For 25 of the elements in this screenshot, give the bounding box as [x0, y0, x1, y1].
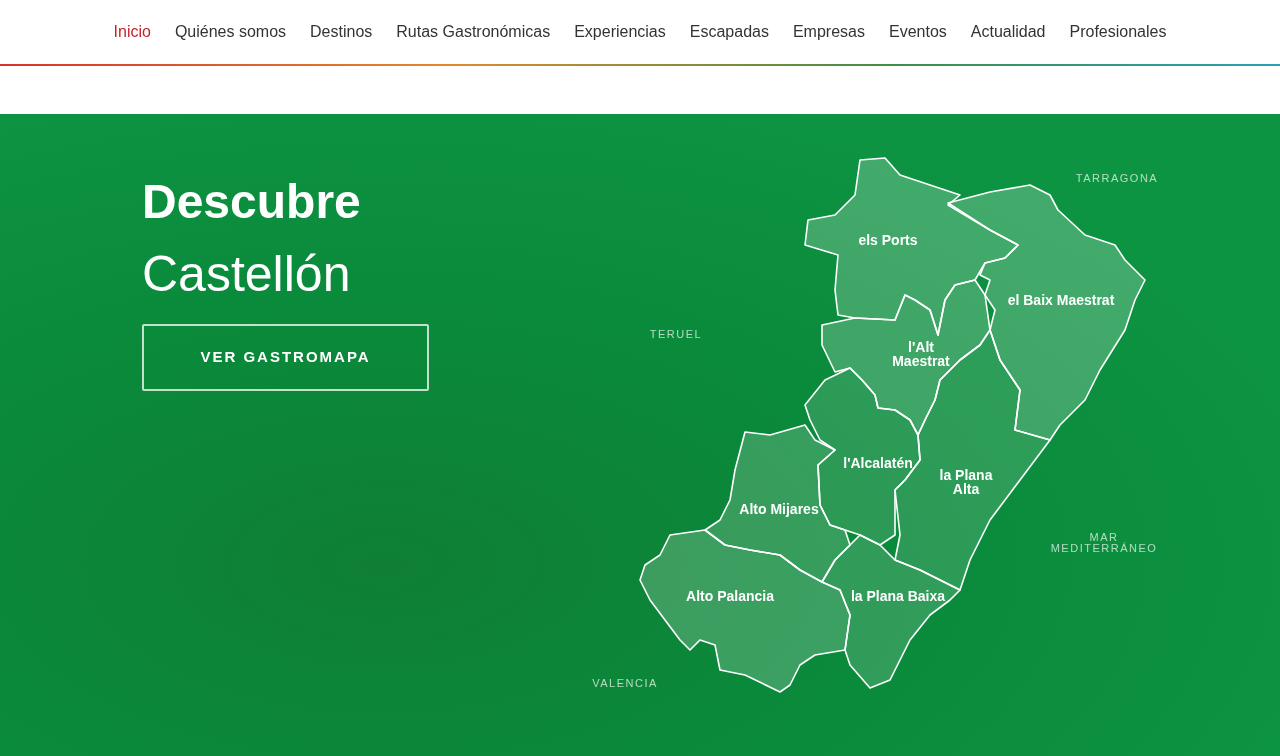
nav-link[interactable]: Escapadas — [689, 20, 769, 44]
gastromap-button[interactable]: VER GASTROMAPA — [142, 323, 429, 391]
nav-link[interactable]: Eventos — [888, 20, 947, 44]
nav-link[interactable]: Rutas Gastronómicas — [396, 20, 551, 44]
region-label: Alto Mijares — [739, 501, 819, 517]
region-label: Alto Palancia — [686, 588, 774, 604]
place-label: VALENCIA — [592, 677, 658, 689]
region-label: els Ports — [858, 232, 918, 248]
hero-subtitle: Castellón — [142, 246, 352, 302]
nav-link[interactable]: Actualidad — [970, 20, 1046, 44]
place-label: TERUEL — [649, 328, 703, 340]
region-label: la Plana Baixa — [850, 588, 946, 604]
region-label: la Plana Alta — [939, 467, 993, 497]
place-label: TARRAGONA — [1075, 172, 1159, 184]
nav-link[interactable]: Inicio — [113, 20, 151, 44]
region-label: el Baix Maestrat — [1007, 292, 1115, 308]
region-label: l'Alt Maestrat — [892, 339, 950, 369]
place-label: MAR MEDITERRÁNEO — [1050, 530, 1158, 554]
nav-link[interactable]: Experiencias — [574, 20, 666, 44]
nav-link[interactable]: Profesionales — [1069, 20, 1167, 44]
nav-link[interactable]: Destinos — [310, 20, 373, 44]
nav-link[interactable]: Empresas — [792, 20, 865, 44]
region-label: l'Alcalatén — [843, 455, 913, 471]
hero-title: Descubre — [142, 176, 362, 229]
nav-link[interactable]: Quiénes somos — [174, 20, 287, 44]
